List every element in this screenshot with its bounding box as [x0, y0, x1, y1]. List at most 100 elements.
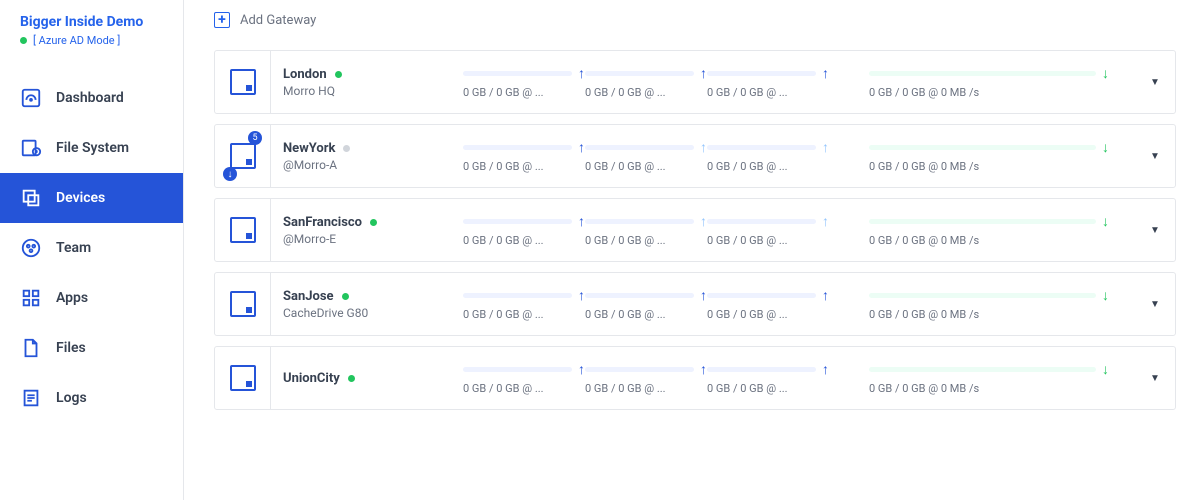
upload-stat: ↑0 GB / 0 GB @ ... — [463, 65, 585, 99]
arrow-up-icon: ↑ — [700, 139, 707, 156]
expand-toggle[interactable]: ▼ — [1135, 51, 1175, 113]
gateway-name: London — [283, 67, 327, 82]
stat-text: 0 GB / 0 GB @ 0 MB /s — [869, 160, 1109, 173]
sidebar: Bigger Inside Demo [ Azure AD Mode ] Das… — [0, 0, 184, 500]
upload-stat: ↑0 GB / 0 GB @ ... — [463, 213, 585, 247]
download-stat: ↓ 0 GB / 0 GB @ 0 MB /s — [869, 361, 1109, 395]
upload-stat: ↑0 GB / 0 GB @ ... — [585, 287, 707, 321]
gateway-icon-cell[interactable] — [215, 51, 271, 113]
arrow-up-icon: ↑ — [822, 65, 829, 82]
progress-bar — [707, 367, 816, 372]
gateway-icon — [230, 365, 256, 391]
progress-bar — [585, 293, 694, 298]
arrow-up-icon: ↑ — [700, 213, 707, 230]
expand-toggle[interactable]: ▼ — [1135, 199, 1175, 261]
gateway-icon — [230, 69, 256, 95]
stat-text: 0 GB / 0 GB @ ... — [463, 234, 585, 247]
sidebar-item-files[interactable]: Files — [0, 323, 183, 373]
download-stat: ↓0 GB / 0 GB @ 0 MB /s — [869, 213, 1109, 247]
stat-text: 0 GB / 0 GB @ 0 MB /s — [869, 308, 1109, 321]
stat-text: 0 GB / 0 GB @ ... — [585, 234, 707, 247]
arrow-down-icon: ↓ — [1102, 65, 1109, 82]
status-dot-icon — [343, 145, 350, 152]
upload-stat: ↑0 GB / 0 GB @ ... — [707, 213, 829, 247]
gateway-row-body: SanJoseCacheDrive G80↑0 GB / 0 GB @ ...↑… — [271, 273, 1135, 335]
upload-stat: ↑0 GB / 0 GB @ ... — [707, 139, 829, 173]
progress-bar — [707, 71, 816, 76]
gateway-name: SanFrancisco — [283, 215, 362, 230]
arrow-down-icon: ↓ — [1102, 139, 1109, 156]
main-panel: + Add Gateway LondonMorro HQ↑0 GB / 0 GB… — [184, 0, 1200, 500]
filesystem-icon — [20, 137, 42, 159]
stat-text: 0 GB / 0 GB @ 0 MB /s — [869, 86, 1109, 99]
gateway-icon — [230, 217, 256, 243]
expand-toggle[interactable]: ▼ — [1135, 273, 1175, 335]
arrow-up-icon: ↑ — [700, 65, 707, 82]
stat-text: 0 GB / 0 GB @ 0 MB /s — [869, 382, 1109, 395]
sidebar-item-dashboard[interactable]: Dashboard — [0, 73, 183, 123]
nav-label: Dashboard — [56, 90, 124, 106]
upload-stat: ↑0 GB / 0 GB @ ... — [463, 361, 585, 395]
gateway-name-cell: SanFrancisco @Morro-E — [283, 215, 463, 246]
gateway-subname: Morro HQ — [283, 84, 463, 98]
gateway-icon-cell[interactable]: 5↓ — [215, 125, 271, 187]
gateway-row: LondonMorro HQ↑0 GB / 0 GB @ ...↑0 GB / … — [214, 50, 1176, 114]
upload-stat: ↑0 GB / 0 GB @ ... — [585, 139, 707, 173]
gauge-icon — [20, 87, 42, 109]
nav-label: Apps — [56, 290, 88, 306]
gateway-icon-cell[interactable] — [215, 273, 271, 335]
progress-bar — [463, 293, 572, 298]
gateway-subname: CacheDrive G80 — [283, 306, 463, 320]
expand-toggle[interactable]: ▼ — [1135, 347, 1175, 409]
sidebar-item-team[interactable]: Team — [0, 223, 183, 273]
arrow-up-icon: ↑ — [578, 65, 585, 82]
nav-label: Logs — [56, 390, 87, 406]
gateway-name-cell: SanJoseCacheDrive G80 — [283, 289, 463, 320]
apps-icon — [20, 287, 42, 309]
gateway-row: UnionCity↑0 GB / 0 GB @ ...↑0 GB / 0 GB … — [214, 346, 1176, 410]
nav-label: Devices — [56, 190, 105, 206]
stat-text: 0 GB / 0 GB @ ... — [707, 160, 829, 173]
upload-stat: ↑ 0 GB / 0 GB @ ... — [707, 65, 829, 99]
gateway-list: LondonMorro HQ↑0 GB / 0 GB @ ...↑0 GB / … — [214, 50, 1176, 410]
gateway-name-cell: UnionCity — [283, 371, 463, 386]
download-stat: ↓ 0 GB / 0 GB @ 0 MB /s — [869, 139, 1109, 173]
expand-toggle[interactable]: ▼ — [1135, 125, 1175, 187]
download-stat: ↓ 0 GB / 0 GB @ 0 MB /s — [869, 65, 1109, 99]
sidebar-item-logs[interactable]: Logs — [0, 373, 183, 423]
status-dot-icon — [20, 37, 27, 44]
gateway-subname: @Morro-E — [283, 232, 463, 246]
arrow-up-icon: ↑ — [578, 287, 585, 304]
gateway-name: NewYork — [283, 141, 335, 156]
upload-stat: ↑0 GB / 0 GB @ ... — [463, 139, 585, 173]
gateway-row: SanJoseCacheDrive G80↑0 GB / 0 GB @ ...↑… — [214, 272, 1176, 336]
status-dot-icon — [335, 71, 342, 78]
gateway-icon-cell[interactable] — [215, 347, 271, 409]
progress-bar — [869, 71, 1096, 76]
arrow-down-icon: ↓ — [1102, 361, 1109, 378]
stat-text: 0 GB / 0 GB @ ... — [463, 308, 585, 321]
progress-bar — [585, 367, 694, 372]
progress-bar — [869, 367, 1096, 372]
status-dot-icon — [348, 375, 355, 382]
progress-bar — [463, 219, 572, 224]
gateway-icon — [230, 291, 256, 317]
gateway-row: 5↓NewYork@Morro-A↑0 GB / 0 GB @ ...↑0 GB… — [214, 124, 1176, 188]
download-stat: ↓0 GB / 0 GB @ 0 MB /s — [869, 287, 1109, 321]
gateway-row-body: UnionCity↑0 GB / 0 GB @ ...↑0 GB / 0 GB … — [271, 347, 1135, 409]
progress-bar — [585, 145, 694, 150]
add-gateway-button[interactable]: + Add Gateway — [214, 8, 316, 32]
sidebar-item-apps[interactable]: Apps — [0, 273, 183, 323]
stat-text: 0 GB / 0 GB @ ... — [707, 308, 829, 321]
progress-bar — [463, 145, 572, 150]
arrow-up-icon: ↑ — [822, 361, 829, 378]
progress-bar — [707, 293, 816, 298]
sidebar-item-filesystem[interactable]: File System — [0, 123, 183, 173]
stat-text: 0 GB / 0 GB @ ... — [463, 382, 585, 395]
notification-badge: 5 — [248, 131, 262, 145]
arrow-up-icon: ↑ — [822, 287, 829, 304]
stat-text: 0 GB / 0 GB @ ... — [707, 86, 829, 99]
arrow-up-icon: ↑ — [822, 213, 829, 230]
sidebar-item-devices[interactable]: Devices — [0, 173, 183, 223]
gateway-icon-cell[interactable] — [215, 199, 271, 261]
